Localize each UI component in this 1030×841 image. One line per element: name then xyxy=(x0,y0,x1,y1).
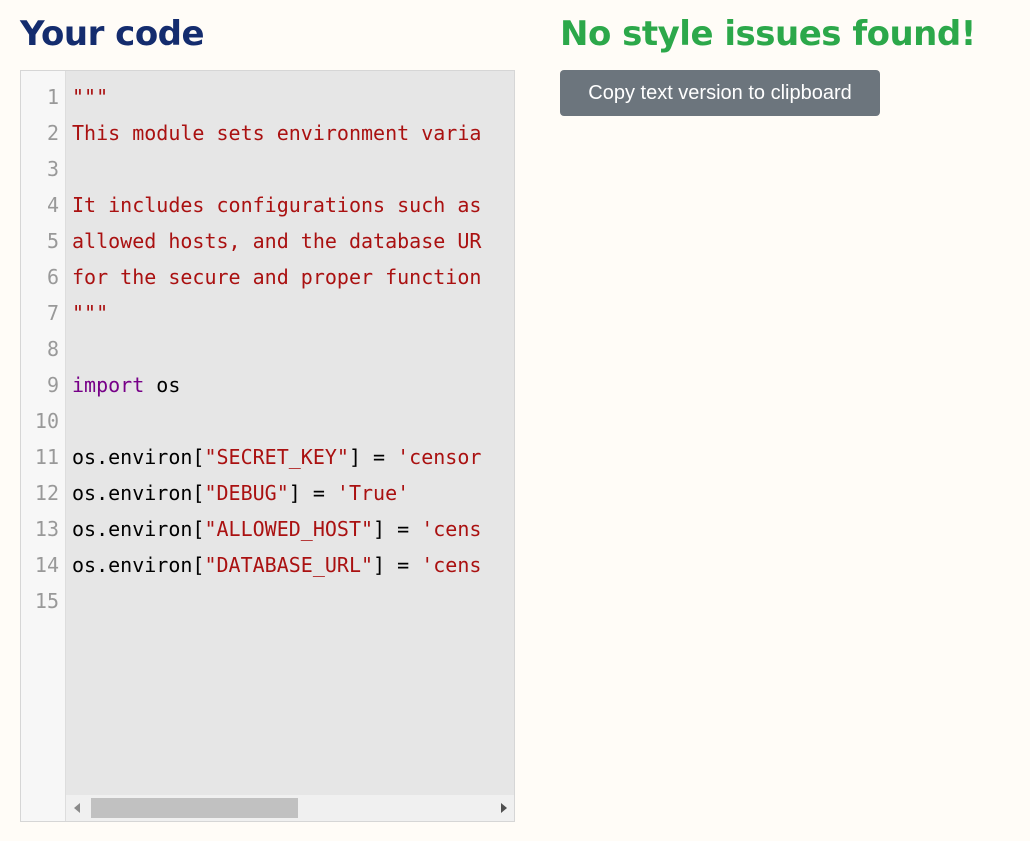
code-area[interactable]: """ This module sets environment varia It … xyxy=(72,79,514,795)
code-token: ] = xyxy=(373,517,422,541)
code-token: ] = xyxy=(373,553,422,577)
code-line[interactable]: for the secure and proper function xyxy=(72,259,481,295)
code-token: os.environ[ xyxy=(72,553,205,577)
code-editor[interactable]: 1 2 3 4 5 6 7 8 9 10 11 12 13 14 15 """ This module set… xyxy=(20,70,515,822)
code-line[interactable]: """ xyxy=(72,79,108,115)
line-number: 6 xyxy=(46,265,59,289)
code-token: "SECRET_KEY" xyxy=(204,445,349,469)
line-number: 11 xyxy=(34,445,59,469)
line-number: 9 xyxy=(46,373,59,397)
code-token: "DEBUG" xyxy=(204,481,289,505)
code-line[interactable]: It includes configurations such as xyxy=(72,187,481,223)
line-number: 4 xyxy=(46,193,59,217)
line-number: 3 xyxy=(46,157,59,181)
line-number: 14 xyxy=(34,553,59,577)
code-token: ] = xyxy=(288,481,337,505)
arrow-left-icon[interactable] xyxy=(74,803,80,813)
code-line[interactable]: os.environ["DATABASE_URL"] = 'cens xyxy=(72,547,481,583)
code-token: os.environ[ xyxy=(72,445,205,469)
code-line[interactable]: os.environ["SECRET_KEY"] = 'censor xyxy=(72,439,481,475)
code-line[interactable]: import os xyxy=(72,367,180,403)
code-token: import xyxy=(72,373,145,397)
line-number: 8 xyxy=(46,337,59,361)
line-number: 5 xyxy=(46,229,59,253)
code-line[interactable]: os.environ["ALLOWED_HOST"] = 'cens xyxy=(72,511,481,547)
code-token: 'cens xyxy=(421,517,482,541)
code-token: "ALLOWED_HOST" xyxy=(204,517,374,541)
code-token: for the secure and proper function xyxy=(72,265,482,289)
line-number: 13 xyxy=(34,517,59,541)
code-token: It includes configurations such as xyxy=(72,193,482,217)
code-token: os.environ[ xyxy=(72,481,205,505)
code-token: 'censor xyxy=(397,445,482,469)
code-line[interactable]: """ xyxy=(72,295,108,331)
arrow-right-icon[interactable] xyxy=(501,803,507,813)
code-token: 'cens xyxy=(421,553,482,577)
code-line[interactable]: allowed hosts, and the database UR xyxy=(72,223,481,259)
code-token: ] = xyxy=(348,445,398,469)
line-number: 2 xyxy=(46,121,59,145)
horizontal-scrollbar[interactable] xyxy=(66,795,514,821)
scrollbar-thumb[interactable] xyxy=(91,798,298,818)
line-number: 1 xyxy=(46,85,59,109)
code-token: """ xyxy=(72,301,109,325)
code-line[interactable]: os.environ["DEBUG"] = 'True' xyxy=(72,475,409,511)
code-token: "DATABASE_URL" xyxy=(204,553,374,577)
code-token: allowed hosts, and the database UR xyxy=(72,229,482,253)
code-token: This module sets environment varia xyxy=(72,121,482,145)
style-result-title: No style issues found! xyxy=(560,14,976,54)
code-token: """ xyxy=(72,85,109,109)
your-code-title: Your code xyxy=(20,14,205,54)
line-number: 7 xyxy=(46,301,59,325)
code-line[interactable]: This module sets environment varia xyxy=(72,115,481,151)
line-number-gutter: 1 2 3 4 5 6 7 8 9 10 11 12 13 14 15 xyxy=(21,71,66,821)
code-token: os xyxy=(144,373,181,397)
line-number: 12 xyxy=(34,481,59,505)
line-number: 10 xyxy=(34,409,59,433)
copy-text-button[interactable]: Copy text version to clipboard xyxy=(560,70,880,116)
code-token: os.environ[ xyxy=(72,517,205,541)
code-token: 'True' xyxy=(336,481,410,505)
line-number: 15 xyxy=(34,589,59,613)
